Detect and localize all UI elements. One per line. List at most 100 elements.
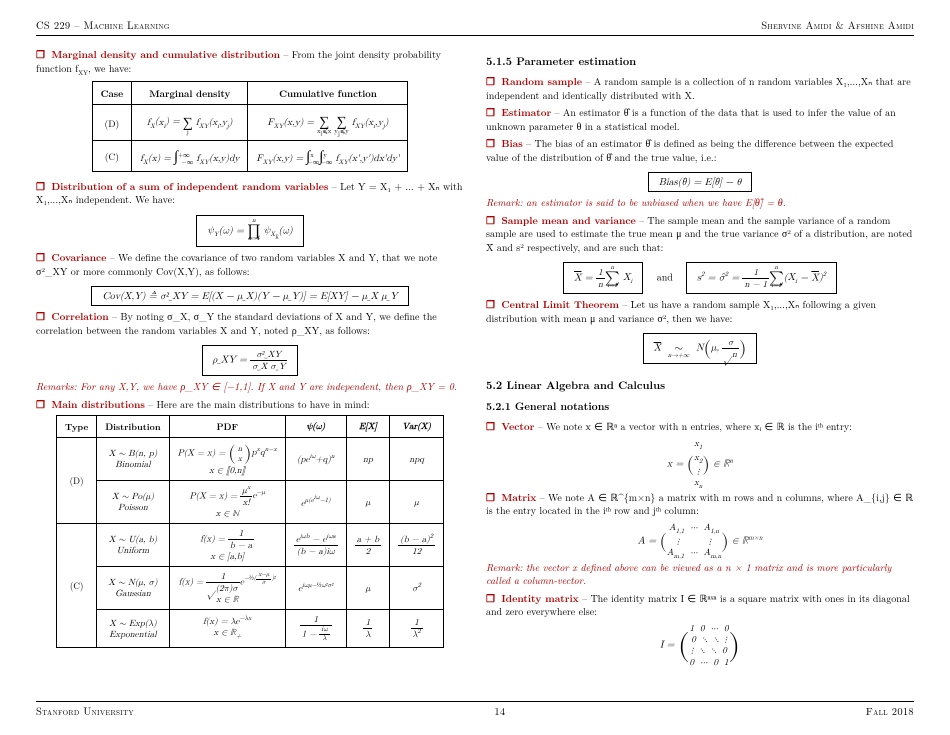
term-smv: Sample mean and variance xyxy=(501,213,635,227)
table-row: X ∼ Po(μ)Poisson P(X = x) = μxx!e−μx ∈ ℕ… xyxy=(57,481,444,524)
bullet-icon: ❐ xyxy=(486,105,495,119)
th-psi: ψ(ω) xyxy=(285,416,346,438)
marginal-density-heading: ❐ Marginal density and cumulative distri… xyxy=(36,48,464,77)
td-poisson-pdf: P(X = x) = μxx!e−μx ∈ ℕ xyxy=(169,481,285,524)
term-corr: Correlation xyxy=(51,309,108,323)
td-exp-ex: 1λ xyxy=(346,610,390,648)
corr-num: σ²_XY xyxy=(250,349,287,361)
identity: ❐ Identity matrix – The identity matrix … xyxy=(486,592,914,619)
bias-text: – The bias of an estimator θ̂ is defined… xyxy=(486,136,893,164)
dist-sum-eq: ψY(ω) = n∏k=1 ψXk(ω) xyxy=(36,211,464,251)
page: CS 229 – Machine Learning Shervine Amidi… xyxy=(0,0,950,735)
bias: ❐ Bias – The bias of an estimator θ̂ is … xyxy=(486,137,914,164)
bias-remark: Remark: an estimator is said to be unbia… xyxy=(486,196,914,210)
term-estimator: Estimator xyxy=(501,105,551,119)
td-poisson-var: μ xyxy=(390,481,444,524)
section-5-1-5: 5.1.5 Parameter estimation xyxy=(486,54,914,69)
td-exp-psi: 11 − iωλ xyxy=(285,610,346,648)
clt: ❐ Central Limit Theorem – Let us have a … xyxy=(486,298,914,325)
td-gaussian-pdf: f(x) = 1√(2π)σe−½(x−μσ)²x ∈ ℝ xyxy=(169,567,285,610)
marginal-table: Case Marginal density Cumulative functio… xyxy=(92,81,409,171)
matrix-eq: A = (A1,1 ··· A1,n⋮ ⋮Am,1 ··· Am,n) ∈ ℝm… xyxy=(486,522,914,561)
td-type-d: (D) xyxy=(57,438,97,524)
td-uniform-psi: eiωb − eiωa(b − a)iω xyxy=(285,524,346,567)
th-type: Type xyxy=(57,416,97,438)
footer-right: Fall 2018 xyxy=(866,704,914,719)
section-5-2: 5.2 Linear Algebra and Calculus xyxy=(486,378,914,393)
td-c-cum: FXY(x,y) = ∫x−∞∫y−∞ fXY(x',y')dx'dy' xyxy=(248,140,408,171)
identity-eq: I = (1 0 ··· 00 ⋱ ⋱ ⋮⋮ ⋱ ⋱ 00 ··· 0 1) xyxy=(486,623,914,668)
bias-eq: Bias(θ̂) = E[θ̂] − θ xyxy=(486,168,914,196)
td-gaussian-psi: eiωμ−½ω²σ² xyxy=(285,567,346,610)
th-cumulative: Cumulative function xyxy=(248,82,408,105)
cov-heading: ❐ Covariance – We define the covariance … xyxy=(36,251,464,278)
td-poisson-psi: eμ(eiω−1) xyxy=(285,481,346,524)
corr-den: σ_X σ_Y xyxy=(250,361,287,372)
bullet-icon: ❐ xyxy=(486,213,495,227)
corr-lhs: ρ_XY = xyxy=(213,355,251,365)
page-number: 14 xyxy=(494,704,505,719)
td-binomial-psi: (peiω+q)n xyxy=(285,438,346,481)
td-binomial-ex: np xyxy=(346,438,390,481)
td-gaussian-var: σ2 xyxy=(390,567,444,610)
smv-eqs: X = 1nn∑i=1 Xi and s2 = σ̂2 = 1n − 1n∑i=… xyxy=(486,258,914,298)
th-dist: Distribution xyxy=(97,416,169,438)
term-clt: Central Limit Theorem xyxy=(501,297,619,311)
th-case: Case xyxy=(92,82,132,105)
right-column: 5.1.5 Parameter estimation ❐ Random samp… xyxy=(486,48,914,701)
clt-eq: X ∼n→+∞ N(μ, σ√n) xyxy=(486,329,914,368)
td-gaussian-ex: μ xyxy=(346,567,390,610)
table-row: X ∼ Exp(λ)Exponential f(x) = λe−λxx ∈ ℝ+… xyxy=(57,610,444,648)
table-row: (D) X ∼ B(n, p)Binomial P(X = x) = (nx)p… xyxy=(57,438,444,481)
term-matrix: Matrix xyxy=(501,490,536,504)
term-cov: Covariance xyxy=(51,250,106,264)
td-gaussian: X ∼ N(μ, σ)Gaussian xyxy=(97,567,169,610)
bullet-icon: ❐ xyxy=(486,297,495,311)
term-random-sample: Random sample xyxy=(501,74,582,88)
bullet-icon: ❐ xyxy=(36,250,45,264)
th-pdf: PDF xyxy=(169,416,285,438)
main-dist-heading: ❐ Main distributions – Here are the main… xyxy=(36,398,464,412)
bullet-icon: ❐ xyxy=(486,419,495,433)
td-binomial: X ∼ B(n, p)Binomial xyxy=(97,438,169,481)
cov-eq: Cov(X,Y) ≜ σ²_XY = E[(X − μ_X)(Y − μ_Y)]… xyxy=(36,282,464,310)
estimator: ❐ Estimator – An estimator θ̂ is a funct… xyxy=(486,106,914,133)
td-d-marg: fX(xi) = ∑j fXY(xi,yj) xyxy=(132,105,248,141)
corr-remark: Remarks: For any X,Y, we have ρ_XY ∈ [−1… xyxy=(36,380,464,394)
dist-sum-heading: ❐ Distribution of a sum of independent r… xyxy=(36,180,464,207)
table-row: X ∼ N(μ, σ)Gaussian f(x) = 1√(2π)σe−½(x−… xyxy=(57,567,444,610)
th-ex: E[X] xyxy=(346,416,390,438)
and-label: and xyxy=(657,269,673,283)
random-sample: ❐ Random sample – A random sample is a c… xyxy=(486,75,914,102)
term-identity: Identity matrix xyxy=(501,591,578,605)
footer-left: Stanford University xyxy=(36,704,134,719)
td-d: (D) xyxy=(92,105,132,141)
term-bias: Bias xyxy=(501,136,523,150)
td-uniform-ex: a + b2 xyxy=(346,524,390,567)
th-marginal: Marginal density xyxy=(132,82,248,105)
td-binomial-pdf: P(X = x) = (nx)pxqn−xx ∈ ⟦0,n⟧ xyxy=(169,438,285,481)
td-uniform: X ∼ U(a, b)Uniform xyxy=(97,524,169,567)
td-c-marg: fX(x) = ∫+∞−∞ fXY(x,y)dy xyxy=(132,140,248,171)
td-binomial-var: npq xyxy=(390,438,444,481)
cov-eq-text: Cov(X,Y) ≜ σ²_XY = E[(X − μ_X)(Y − μ_Y)]… xyxy=(91,286,408,306)
term-vector: Vector xyxy=(501,419,534,433)
th-var: Var(X) xyxy=(390,416,444,438)
bullet-icon: ❐ xyxy=(36,397,45,411)
marginal-text2: , we have: xyxy=(88,61,131,75)
td-c: (C) xyxy=(92,140,132,171)
header-left: CS 229 – Machine Learning xyxy=(36,18,170,33)
section-5-2-1: 5.2.1 General notations xyxy=(486,399,914,414)
td-uniform-var: (b − a)212 xyxy=(390,524,444,567)
td-type-c: (C) xyxy=(57,524,97,648)
vector-eq: x = (x1x2⋮xn) ∈ ℝn xyxy=(486,438,914,491)
td-poisson-ex: μ xyxy=(346,481,390,524)
matrix: ❐ Matrix – We note A ∈ ℝ^{m×n} a matrix … xyxy=(486,491,914,518)
page-header: CS 229 – Machine Learning Shervine Amidi… xyxy=(36,18,914,36)
vector-text: – We note x ∈ ℝⁿ a vector with n entries… xyxy=(538,419,852,433)
term-marginal: Marginal density and cumulative distribu… xyxy=(51,47,280,61)
vector: ❐ Vector – We note x ∈ ℝⁿ a vector with … xyxy=(486,420,914,434)
distributions-table: Type Distribution PDF ψ(ω) E[X] Var(X) (… xyxy=(56,415,444,648)
bullet-icon: ❐ xyxy=(486,136,495,150)
matrix-remark: Remark: the vector x defined above can b… xyxy=(486,561,914,588)
